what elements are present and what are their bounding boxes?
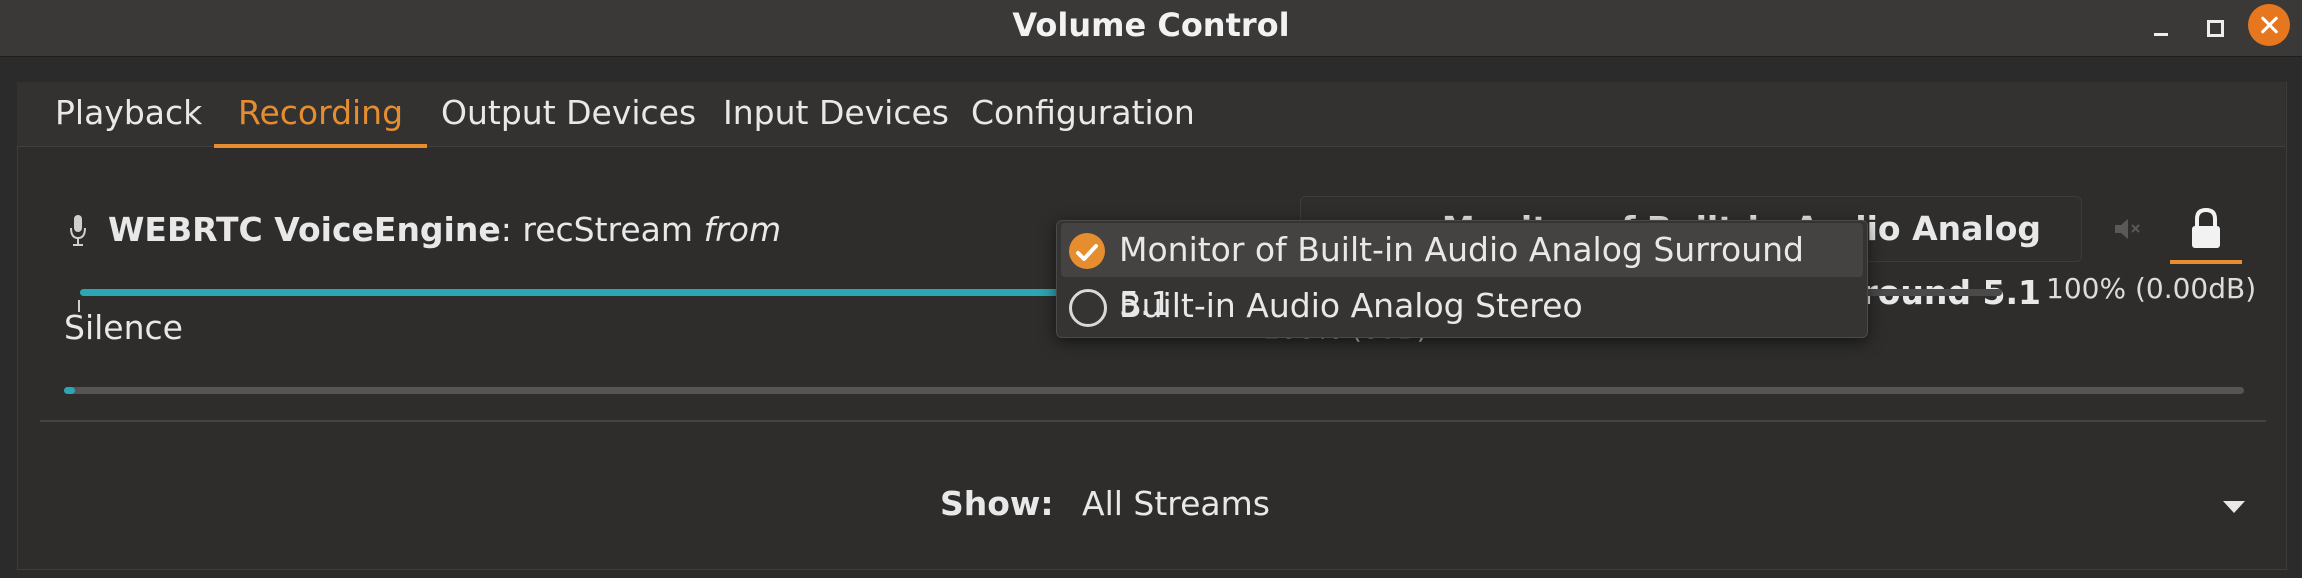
- device-popup-menu: Monitor of Built-in Audio Analog Surroun…: [1056, 220, 1868, 338]
- stream-separator: :: [500, 210, 523, 249]
- check-icon: [1069, 233, 1105, 269]
- tab-bar: Playback Recording Output Devices Input …: [17, 82, 2285, 148]
- chevron-down-icon[interactable]: [2223, 501, 2245, 513]
- peak-meter: [64, 387, 2244, 394]
- radio-icon: [1069, 289, 1107, 327]
- title-bar: Volume Control: [0, 0, 2302, 57]
- tab-playback[interactable]: Playback: [31, 82, 226, 146]
- speaker-mute-icon[interactable]: [2112, 214, 2142, 244]
- window-title: Volume Control: [1012, 6, 1290, 44]
- volume-label: 100% (0.00dB): [2046, 272, 2257, 305]
- stream-name: recStream: [522, 210, 694, 249]
- popup-item-monitor-surround[interactable]: Monitor of Built-in Audio Analog Surroun…: [1061, 223, 1863, 323]
- stream-from-label: from: [703, 210, 782, 249]
- tab-input-devices[interactable]: Input Devices: [699, 82, 973, 146]
- close-button[interactable]: [2248, 4, 2290, 46]
- popup-item-label: Built-in Audio Analog Stereo: [1119, 286, 1583, 325]
- show-label: Show:: [940, 484, 1054, 523]
- popup-item-analog-stereo[interactable]: Built-in Audio Analog Stereo: [1061, 279, 1863, 333]
- peak-meter-fill: [64, 387, 75, 394]
- separator: [40, 420, 2266, 422]
- maximize-button[interactable]: [2194, 8, 2234, 48]
- tab-recording[interactable]: Recording: [214, 82, 428, 148]
- stream-app-name: WEBRTC VoiceEngine: [108, 210, 501, 249]
- silence-label: Silence: [64, 308, 183, 347]
- tab-output-devices[interactable]: Output Devices: [417, 82, 720, 146]
- microphone-icon: [70, 215, 86, 246]
- tab-configuration[interactable]: Configuration: [947, 82, 1219, 146]
- minimize-button[interactable]: [2140, 8, 2180, 48]
- lock-icon: [2192, 207, 2220, 248]
- lock-channels-button[interactable]: [2170, 200, 2242, 264]
- show-filter-dropdown[interactable]: All Streams: [1082, 484, 1270, 523]
